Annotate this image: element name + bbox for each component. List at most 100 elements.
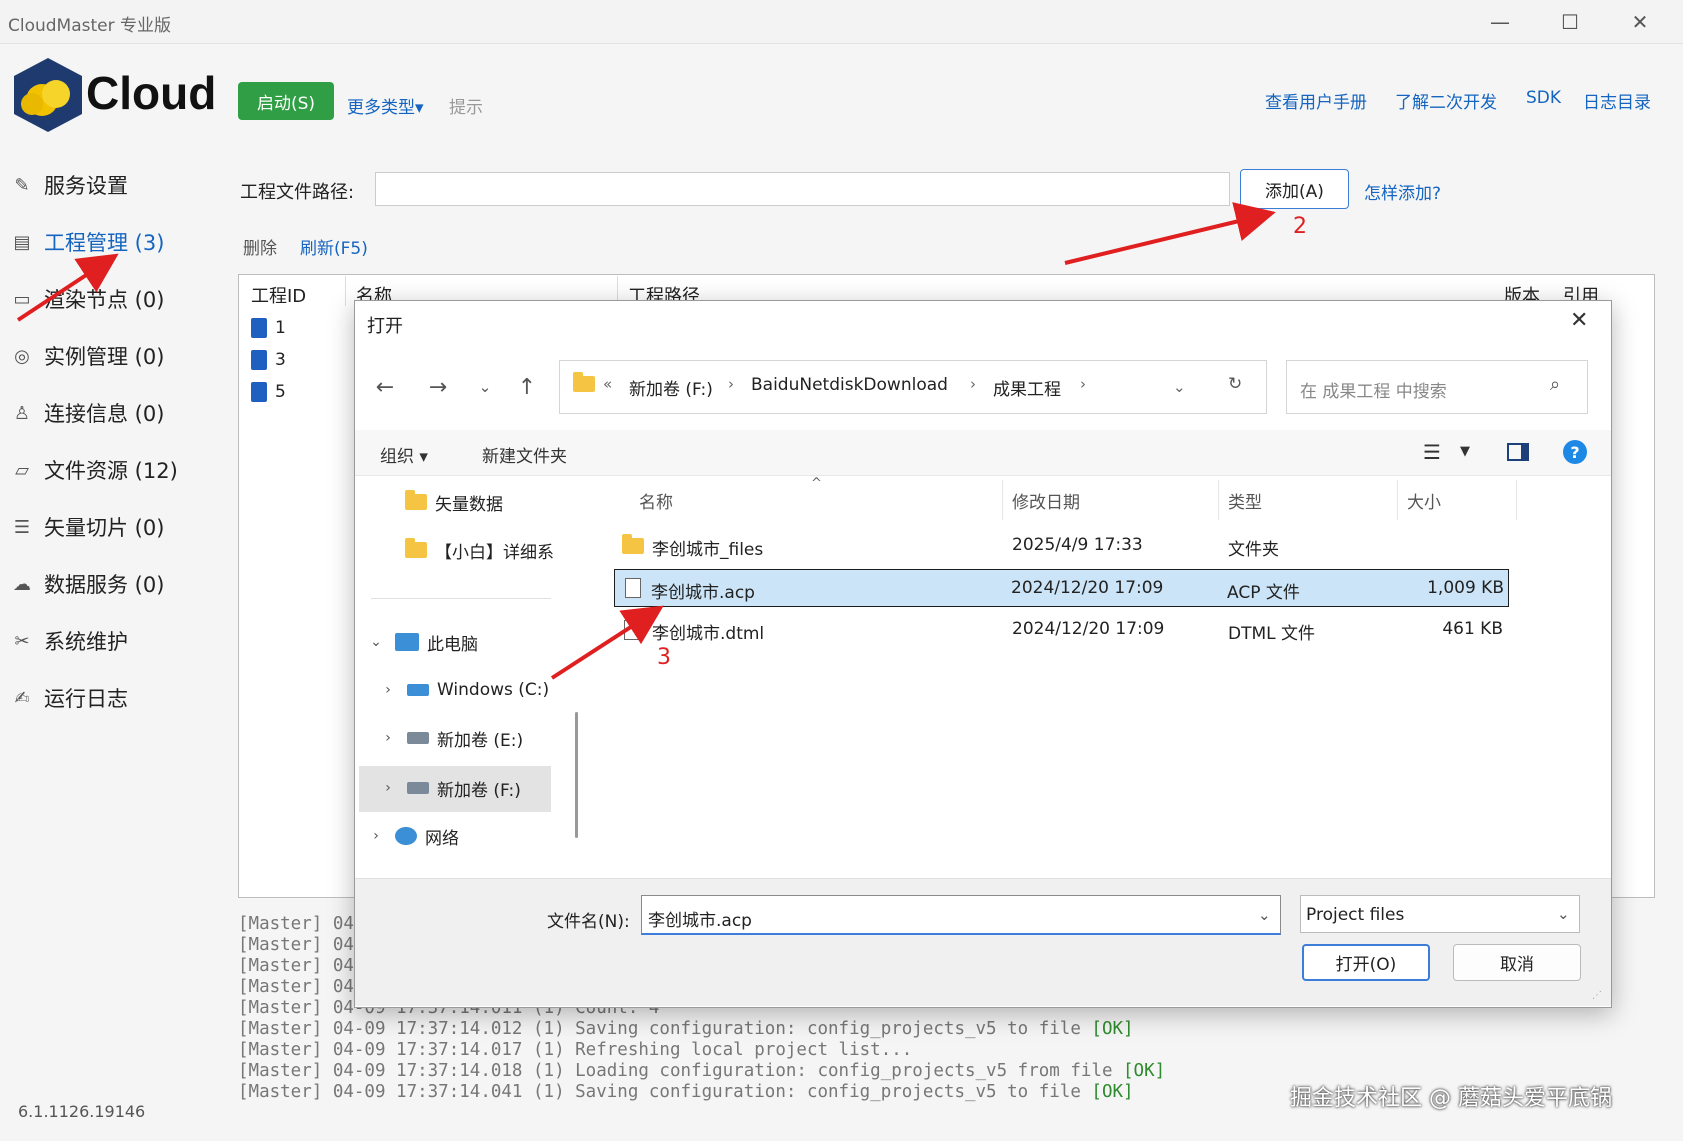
log-line: [Master] 04-09 17:37:14.018 (1) Loading … — [238, 1061, 1166, 1081]
search-icon[interactable]: ⌕ — [1550, 374, 1560, 395]
table-row[interactable]: 1 — [251, 318, 286, 338]
breadcrumb-separator-icon[interactable]: › — [1080, 375, 1086, 393]
file-row[interactable]: 李创城市_files 2025/4/9 17:33 文件夹 — [614, 527, 1509, 565]
organize-menu[interactable]: 组织 ▾ — [380, 442, 428, 467]
version-label: 6.1.1126.19146 — [18, 1102, 146, 1121]
tree-item-drive-e[interactable]: › 新加卷 (E:) — [377, 718, 523, 758]
secondary-dev-link[interactable]: 了解二次开发 — [1395, 88, 1497, 113]
help-icon[interactable]: ? — [1563, 440, 1587, 464]
breadcrumb-separator-icon[interactable]: › — [970, 375, 976, 393]
project-path-input[interactable] — [375, 172, 1230, 206]
dialog-close-button[interactable]: ✕ — [1570, 308, 1588, 333]
sidebar-item-label: 数据服务 (0) — [44, 573, 165, 597]
refresh-link[interactable]: 刷新(F5) — [300, 234, 368, 259]
filename-dropdown-chevron-icon[interactable]: ⌄ — [1258, 906, 1271, 924]
view-options-icon[interactable]: ☰ — [1423, 440, 1441, 464]
tree-item-drive-f[interactable]: › 新加卷 (F:) — [377, 768, 521, 808]
nav-pane-scrollbar[interactable] — [575, 712, 578, 838]
filetype-dropdown-chevron-icon[interactable]: ⌄ — [1557, 905, 1570, 923]
column-divider[interactable] — [345, 276, 346, 306]
user-manual-link[interactable]: 查看用户手册 — [1265, 88, 1367, 113]
sdk-link[interactable]: SDK — [1526, 88, 1561, 108]
column-header-name[interactable]: 名称 — [639, 488, 673, 513]
add-button[interactable]: 添加(A) — [1240, 169, 1349, 209]
resize-grip-icon[interactable]: ⋰ — [1592, 990, 1602, 1001]
minimize-button[interactable]: — — [1470, 6, 1530, 38]
sidebar-item-connections[interactable]: ♙ 连接信息 (0) — [10, 393, 165, 433]
network-icon — [395, 827, 417, 845]
breadcrumb-drive[interactable]: 新加卷 (F:) — [629, 375, 713, 400]
column-header-project-id[interactable]: 工程ID — [251, 282, 306, 308]
breadcrumb-current-folder[interactable]: 成果工程 — [993, 375, 1061, 400]
project-id-cell: 5 — [275, 382, 286, 402]
tree-item-tutorial-folder[interactable]: 【小白】详细系 — [405, 530, 554, 570]
delete-link[interactable]: 删除 — [243, 234, 277, 259]
hint-link[interactable]: 提示 — [449, 93, 483, 118]
maximize-button[interactable]: ☐ — [1540, 6, 1600, 38]
tree-item-vector-data[interactable]: 矢量数据 — [405, 482, 503, 522]
file-type: DTML 文件 — [1228, 624, 1316, 644]
view-dropdown-chevron-icon[interactable]: ▼ — [1460, 444, 1470, 459]
sidebar-item-render-nodes[interactable]: ▭ 渲染节点 (0) — [10, 279, 164, 319]
up-arrow-icon[interactable]: ↑ — [512, 372, 542, 402]
sidebar-item-run-log[interactable]: ✍ 运行日志 — [10, 678, 128, 718]
sidebar-item-vector-tiles[interactable]: ☰ 矢量切片 (0) — [10, 507, 165, 547]
new-folder-button[interactable]: 新建文件夹 — [482, 442, 567, 467]
folder-icon — [622, 534, 644, 554]
preview-pane-icon[interactable] — [1507, 443, 1529, 461]
sidebar-item-file-resources[interactable]: ▱ 文件资源 (12) — [10, 450, 178, 490]
more-types-dropdown[interactable]: 更多类型▾ — [347, 93, 424, 118]
back-arrow-icon[interactable]: ← — [370, 372, 400, 402]
overflow-chevron-icon[interactable]: « — [603, 375, 612, 393]
column-divider[interactable] — [1218, 480, 1219, 520]
cancel-button[interactable]: 取消 — [1453, 944, 1581, 981]
chevron-down-icon[interactable]: ⌄ — [365, 634, 387, 650]
column-divider[interactable] — [1002, 480, 1003, 520]
file-icon: ▱ — [15, 459, 29, 481]
log-directory-link[interactable]: 日志目录 — [1583, 88, 1651, 113]
open-button[interactable]: 打开(O) — [1302, 944, 1430, 981]
tree-item-network[interactable]: › 网络 — [365, 816, 459, 856]
table-row[interactable]: 5 — [251, 382, 286, 402]
tree-divider — [371, 598, 551, 599]
sidebar-item-label: 文件资源 (12) — [44, 459, 178, 483]
chevron-right-icon[interactable]: › — [377, 682, 399, 698]
sidebar-item-service-settings[interactable]: ✎ 服务设置 — [10, 165, 128, 205]
tree-item-this-pc[interactable]: ⌄ 此电脑 — [365, 622, 478, 662]
column-divider[interactable] — [1397, 480, 1398, 520]
sidebar-item-project-management[interactable]: ▤ 工程管理 (3) — [10, 222, 164, 262]
how-to-add-link[interactable]: 怎样添加? — [1364, 179, 1441, 204]
breadcrumb-download-folder[interactable]: BaiduNetdiskDownload — [751, 375, 948, 395]
table-row[interactable]: 3 — [251, 350, 286, 370]
column-header-date-modified[interactable]: 修改日期 — [1012, 488, 1080, 513]
log-line: [Master] 04-09 17:37:14.041 (1) Saving c… — [238, 1082, 1134, 1102]
navigation-pane: 矢量数据 【小白】详细系 ⌄ 此电脑 › Windows (C:) › 新加卷 … — [355, 476, 562, 878]
log-icon: ✍ — [14, 687, 30, 709]
address-dropdown-chevron-icon[interactable]: ⌄ — [1173, 378, 1186, 396]
sidebar-item-label: 服务设置 — [44, 174, 128, 198]
column-header-size[interactable]: 大小 — [1407, 488, 1441, 513]
sidebar-item-system-maintenance[interactable]: ✂ 系统维护 — [10, 621, 128, 661]
file-row-selected[interactable]: 李创城市.acp 2024/12/20 17:09 ACP 文件 1,009 K… — [614, 569, 1509, 607]
dialog-title: 打开 — [367, 316, 403, 337]
project-file-icon — [251, 382, 267, 402]
recent-locations-chevron-icon[interactable]: ⌄ — [470, 372, 500, 402]
close-window-button[interactable]: ✕ — [1610, 6, 1670, 38]
column-divider[interactable] — [1516, 480, 1517, 520]
windows-drive-icon — [407, 684, 429, 696]
folder-icon — [573, 372, 595, 392]
refresh-icon[interactable]: ↻ — [1228, 374, 1242, 394]
file-name: 李创城市.dtml — [652, 624, 765, 644]
column-header-type[interactable]: 类型 — [1228, 488, 1262, 513]
chevron-right-icon[interactable]: › — [377, 780, 399, 796]
breadcrumb-separator-icon[interactable]: › — [728, 375, 734, 393]
chevron-right-icon[interactable]: › — [377, 730, 399, 746]
sidebar-item-data-services[interactable]: ☁ 数据服务 (0) — [10, 564, 164, 604]
forward-arrow-icon[interactable]: → — [423, 372, 453, 402]
sort-indicator-icon: ^ — [811, 476, 822, 491]
tree-item-drive-c[interactable]: › Windows (C:) — [377, 670, 549, 710]
start-button[interactable]: 启动(S) — [238, 82, 334, 120]
file-row[interactable]: 李创城市.dtml 2024/12/20 17:09 DTML 文件 461 K… — [614, 611, 1509, 649]
chevron-right-icon[interactable]: › — [365, 828, 387, 844]
sidebar-item-instances[interactable]: ◎ 实例管理 (0) — [10, 336, 164, 376]
